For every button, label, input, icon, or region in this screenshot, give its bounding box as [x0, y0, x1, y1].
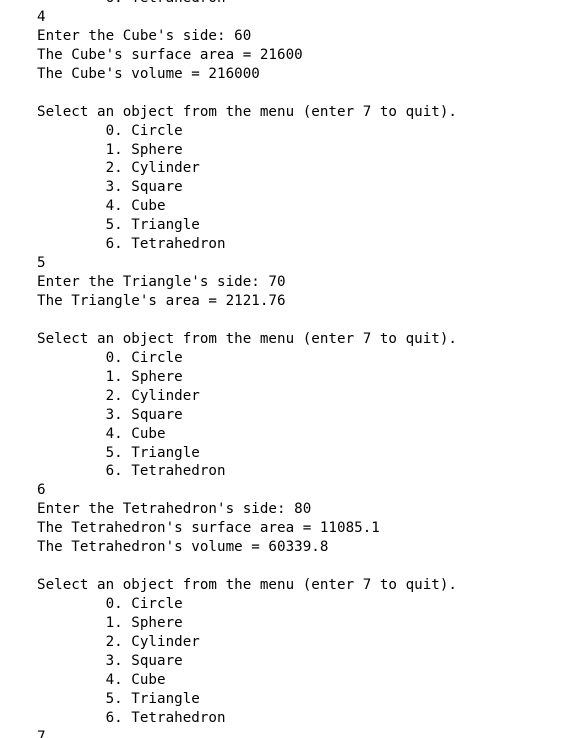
console-line-menu-item: 3. Square: [37, 179, 183, 196]
console-line-result: The Cube's volume = 216000: [37, 65, 260, 82]
console-line-menu-item: 5. Triangle: [37, 444, 200, 461]
console-text-buffer: 6. Tetrahedron 4 Enter the Cube's side: …: [37, 0, 563, 738]
console-line-menu-item: 2. Cylinder: [37, 387, 200, 404]
console-line-result: The Cube's surface area = 21600: [37, 46, 303, 63]
console-line-menu-item: 4. Cube: [37, 671, 166, 688]
console-line-prompt: Enter the Cube's side: 60: [37, 27, 252, 44]
console-line-user-input: 4: [37, 8, 46, 25]
console-line-menu-item: 6. Tetrahedron: [37, 463, 226, 480]
console-line-blank: [37, 557, 563, 576]
console-line-menu-item: 1. Sphere: [37, 614, 183, 631]
console-line-menu-item: 3. Square: [37, 406, 183, 423]
console-line-menu-item: 6. Tetrahedron: [37, 709, 226, 726]
console-line-menu-item: 0. Circle: [37, 349, 183, 366]
console-line-prompt: Enter the Triangle's side: 70: [37, 274, 286, 291]
console-line-menu-item: 5. Triangle: [37, 690, 200, 707]
console-line-menu-item: 0. Circle: [37, 122, 183, 139]
console-line-menu-header: Select an object from the menu (enter 7 …: [37, 577, 458, 594]
console-line-menu-item: 2. Cylinder: [37, 633, 200, 650]
console-line-menu-item: 4. Cube: [37, 198, 166, 215]
console-line-user-input: 6: [37, 482, 46, 499]
console-line-menu-item: 3. Square: [37, 652, 183, 669]
console-line-menu-item: 2. Cylinder: [37, 160, 200, 177]
console-line-prompt: Enter the Tetrahedron's side: 80: [37, 501, 312, 518]
console-line-result: The Tetrahedron's surface area = 11085.1: [37, 520, 380, 537]
console-line-menu-item: 6. Tetrahedron: [37, 236, 226, 253]
console-line-result: The Triangle's area = 2121.76: [37, 293, 286, 309]
console-line-menu-item: 4. Cube: [37, 425, 166, 442]
console-line-menu-item: 0. Circle: [37, 596, 183, 612]
console-line-menu-item: 1. Sphere: [37, 141, 183, 158]
console-line-result: The Tetrahedron's volume = 60339.8: [37, 539, 329, 556]
console-line-menu-header: Select an object from the menu (enter 7 …: [37, 330, 458, 347]
console-line-blank: [37, 311, 563, 330]
console-line-user-input: 7: [37, 728, 46, 738]
console-line-menu-header: Select an object from the menu (enter 7 …: [37, 103, 458, 120]
console-line-menu-item: 1. Sphere: [37, 368, 183, 385]
console-line-blank: [37, 84, 563, 103]
console-output-pane[interactable]: 6. Tetrahedron 4 Enter the Cube's side: …: [0, 0, 563, 738]
console-line-user-input: 5: [37, 255, 46, 272]
console-line-menu-item: 5. Triangle: [37, 217, 200, 234]
console-line: 6. Tetrahedron: [37, 0, 563, 8]
